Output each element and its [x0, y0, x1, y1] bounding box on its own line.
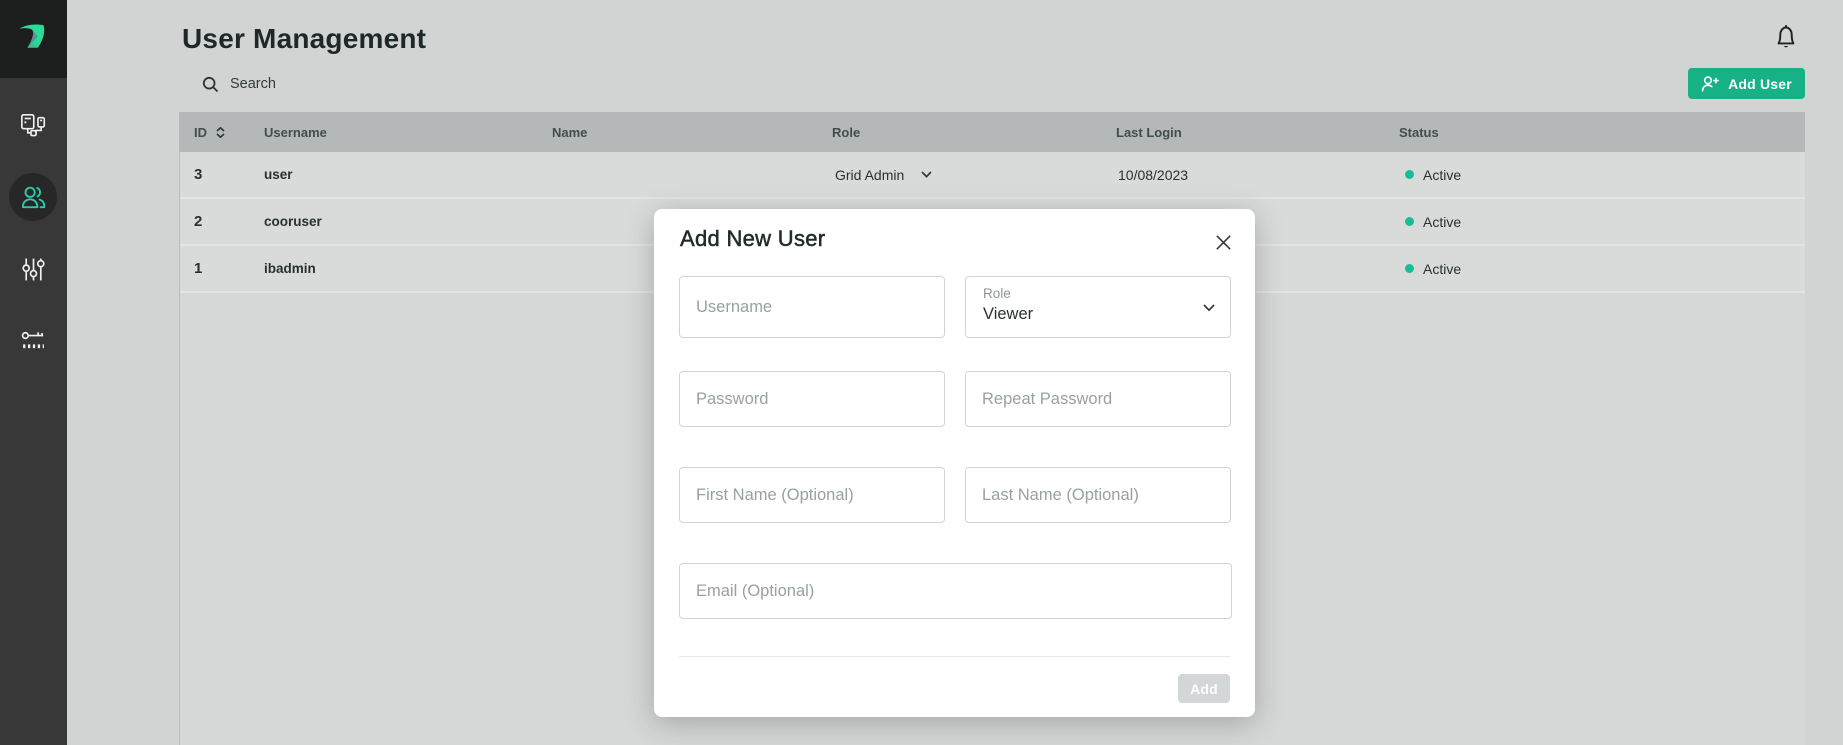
- sliders-icon: [21, 257, 46, 282]
- sidebar-item-access[interactable]: [9, 317, 57, 365]
- column-header-username[interactable]: Username: [250, 125, 534, 140]
- cell-username: user: [250, 167, 534, 182]
- table-header-row: ID Username Name Role Last Login Status: [180, 112, 1805, 152]
- status-dot: [1405, 170, 1414, 179]
- users-icon: [20, 184, 47, 211]
- status-label: Active: [1423, 261, 1461, 277]
- brand-logo-icon: [18, 23, 48, 50]
- user-plus-icon: [1701, 75, 1719, 93]
- add-new-user-modal: Add New User Role Viewer Add: [654, 209, 1255, 717]
- password-field[interactable]: [679, 371, 945, 427]
- email-field[interactable]: [679, 563, 1232, 619]
- username-field[interactable]: [679, 276, 945, 338]
- modal-add-button[interactable]: Add: [1178, 674, 1230, 703]
- chevron-down-icon: [921, 171, 932, 178]
- status-label: Active: [1423, 214, 1461, 230]
- cell-status: Active: [1386, 261, 1805, 277]
- column-header-status[interactable]: Status: [1386, 125, 1805, 140]
- role-select-label: Role: [983, 286, 1011, 301]
- role-select-value: Viewer: [983, 305, 1033, 324]
- bell-icon: [1773, 23, 1799, 51]
- status-dot: [1405, 264, 1414, 273]
- chevron-down-icon: [1203, 304, 1215, 312]
- column-header-name[interactable]: Name: [534, 125, 818, 140]
- column-header-id[interactable]: ID: [180, 125, 250, 140]
- modal-close-button[interactable]: [1214, 233, 1232, 251]
- sidebar-item-users[interactable]: [9, 173, 57, 221]
- app-root: User Management Add User ID: [0, 0, 1843, 745]
- sidebar: [0, 0, 67, 745]
- cell-username: ibadmin: [250, 261, 534, 276]
- search-icon: [202, 76, 219, 93]
- cell-status: Active: [1386, 167, 1805, 183]
- notifications-bell-button[interactable]: [1771, 23, 1801, 53]
- add-user-button[interactable]: Add User: [1688, 68, 1805, 99]
- modal-title: Add New User: [680, 226, 825, 252]
- cell-status: Active: [1386, 214, 1805, 230]
- modal-divider: [679, 656, 1230, 657]
- cell-last-login: 10/08/2023: [1102, 167, 1386, 183]
- last-name-field[interactable]: [965, 467, 1231, 523]
- cell-role: Grid Admin: [818, 167, 1102, 183]
- sidebar-item-settings[interactable]: [9, 245, 57, 293]
- close-icon: [1216, 235, 1231, 250]
- first-name-field[interactable]: [679, 467, 945, 523]
- cell-username: cooruser: [250, 214, 534, 229]
- search-input[interactable]: [230, 76, 530, 92]
- page-title: User Management: [182, 23, 426, 55]
- repeat-password-field[interactable]: [965, 371, 1231, 427]
- logo-block[interactable]: [0, 0, 67, 78]
- key-icon: [21, 329, 46, 354]
- status-label: Active: [1423, 167, 1461, 183]
- sort-icon[interactable]: [216, 127, 225, 138]
- column-header-role[interactable]: Role: [818, 125, 1102, 140]
- cell-id: 3: [180, 166, 250, 183]
- add-user-label: Add User: [1728, 76, 1792, 92]
- table-row[interactable]: 3 user Grid Admin 10/08/2023 Active: [180, 152, 1805, 199]
- role-dropdown[interactable]: Grid Admin: [835, 167, 932, 183]
- role-select[interactable]: Role Viewer: [965, 276, 1231, 338]
- topology-icon: [20, 112, 46, 138]
- cell-id: 1: [180, 260, 250, 277]
- cell-id: 2: [180, 213, 250, 230]
- column-header-last-login[interactable]: Last Login: [1102, 125, 1386, 140]
- status-dot: [1405, 217, 1414, 226]
- sidebar-item-topology[interactable]: [9, 101, 57, 149]
- search-bar: [202, 72, 530, 96]
